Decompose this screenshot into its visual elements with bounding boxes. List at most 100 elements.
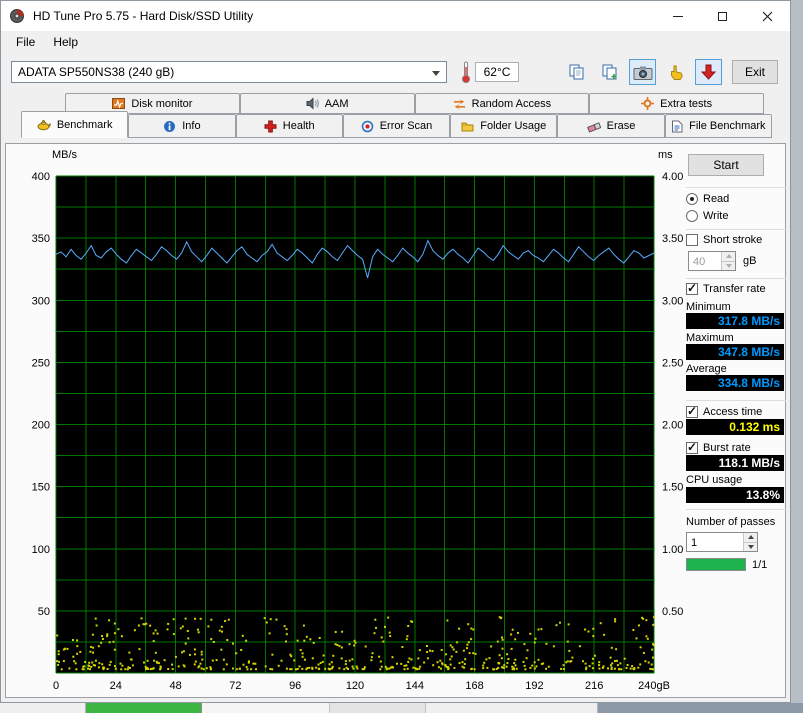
burst-rate-checkbox[interactable]: Burst rate	[686, 440, 751, 454]
toolbar: ADATA SP550NS38 (240 gB) 62°C Exit	[1, 53, 790, 91]
save-results-button[interactable]	[695, 59, 722, 85]
tab-label: Benchmark	[56, 118, 113, 131]
minimum-value: 317.8 MB/s	[686, 313, 784, 329]
svg-text:168: 168	[465, 680, 483, 692]
file-benchmark-icon	[672, 120, 683, 132]
chevron-down-icon	[432, 71, 440, 76]
transfer-rate-label: Transfer rate	[703, 283, 766, 295]
extra-tests-icon	[641, 97, 655, 110]
radio-circle-icon	[686, 193, 698, 205]
eraser-icon	[586, 121, 601, 133]
svg-text:150: 150	[32, 482, 50, 494]
copy-text-icon	[569, 64, 583, 80]
average-value: 334.8 MB/s	[686, 375, 784, 391]
svg-text:24: 24	[110, 680, 122, 692]
minimize-button[interactable]	[655, 1, 700, 31]
progress-label: 1/1	[752, 559, 768, 571]
maximum-value: 347.8 MB/s	[686, 344, 784, 360]
menu-file[interactable]: File	[7, 32, 44, 52]
average-label: Average	[686, 363, 727, 375]
svg-text:96: 96	[289, 680, 301, 692]
tab-aam[interactable]: AAM	[239, 93, 415, 114]
temperature-value: 62°C	[475, 62, 519, 82]
tab-file-benchmark[interactable]: File Benchmark	[664, 114, 772, 138]
drive-select-value: ADATA SP550NS38 (240 gB)	[18, 65, 175, 79]
separator	[686, 400, 786, 401]
transfer-rate-checkbox[interactable]: Transfer rate	[686, 281, 766, 295]
short-stroke-checkbox[interactable]: Short stroke	[686, 234, 762, 246]
arrow-up-icon	[725, 254, 732, 259]
tab-label: Error Scan	[379, 120, 433, 132]
checkbox-icon	[686, 234, 698, 246]
passes-label: Number of passes	[686, 516, 776, 528]
tab-health[interactable]: Health	[235, 114, 343, 138]
short-stroke-label: Short stroke	[703, 234, 763, 246]
svg-text:0.50: 0.50	[662, 606, 683, 618]
tab-error-scan[interactable]: Error Scan	[342, 114, 451, 138]
stepper-arrows[interactable]	[743, 533, 757, 551]
arrow-down-icon	[725, 263, 732, 268]
svg-text:1.00: 1.00	[662, 544, 683, 556]
access-time-label: Access time	[703, 406, 763, 418]
tab-extra-tests[interactable]: Extra tests	[589, 93, 764, 114]
thermometer-icon	[461, 61, 471, 84]
tab-strip: Disk monitor AAM Random Access Extra tes…	[1, 93, 790, 138]
speaker-icon	[306, 97, 319, 110]
tab-erase[interactable]: Erase	[557, 114, 665, 138]
passes-value: 1	[691, 537, 698, 549]
pass-progress-bar	[686, 558, 746, 571]
close-button[interactable]	[745, 1, 790, 31]
svg-text:48: 48	[169, 680, 181, 692]
title-bar: HD Tune Pro 5.75 - Hard Disk/SSD Utility	[1, 1, 790, 31]
minimum-label: Minimum	[686, 301, 731, 313]
copy-image-button[interactable]	[596, 59, 623, 85]
tab-folder-usage[interactable]: Folder Usage	[450, 114, 558, 138]
tab-random-access[interactable]: Random Access	[414, 93, 590, 114]
burst-rate-value: 118.1 MB/s	[686, 455, 784, 471]
error-scan-icon	[361, 120, 373, 132]
svg-text:144: 144	[406, 680, 424, 692]
menu-help[interactable]: Help	[44, 32, 87, 52]
svg-text:240gB: 240gB	[638, 680, 670, 692]
menu-bar: File Help	[1, 31, 790, 53]
svg-text:72: 72	[229, 680, 241, 692]
tab-benchmark[interactable]: Benchmark	[21, 111, 129, 138]
desktop: { "window": { "title": "HD Tune Pro 5.75…	[0, 0, 803, 713]
short-stroke-size-value: 40	[693, 256, 706, 268]
maximize-button[interactable]	[700, 1, 745, 31]
maximum-label: Maximum	[686, 332, 734, 344]
read-radio[interactable]: Read	[686, 193, 729, 205]
screenshot-button[interactable]	[629, 59, 656, 85]
short-stroke-size-stepper[interactable]: 40	[688, 251, 736, 271]
tab-label: AAM	[324, 97, 349, 110]
exit-button[interactable]: Exit	[732, 60, 778, 84]
app-icon	[10, 9, 24, 23]
close-icon	[762, 11, 773, 21]
separator	[686, 187, 786, 188]
camera-icon	[633, 66, 652, 80]
copy-text-button[interactable]	[563, 59, 590, 85]
disk-monitor-icon	[112, 98, 126, 109]
drive-select-dropdown[interactable]: ADATA SP550NS38 (240 gB)	[11, 61, 447, 83]
svg-text:120: 120	[346, 680, 364, 692]
svg-text:3.00: 3.00	[662, 295, 683, 307]
passes-stepper[interactable]: 1	[686, 532, 758, 552]
svg-text:200: 200	[32, 420, 50, 432]
start-button[interactable]: Start	[688, 154, 764, 176]
svg-text:4.00: 4.00	[662, 171, 683, 183]
stepper-arrows[interactable]	[721, 252, 735, 270]
cpu-usage-label: CPU usage	[686, 474, 743, 486]
svg-text:2.00: 2.00	[662, 420, 683, 432]
tab-label: Disk monitor	[131, 97, 193, 110]
svg-text:3.50: 3.50	[662, 233, 683, 245]
access-time-checkbox[interactable]: Access time	[686, 404, 763, 418]
separator	[686, 278, 786, 279]
background-windows-strip	[0, 703, 803, 713]
options-button[interactable]	[662, 59, 689, 85]
tab-info[interactable]: Info	[128, 114, 236, 138]
write-radio[interactable]: Write	[686, 210, 728, 222]
tab-label: File Benchmark	[689, 120, 766, 132]
svg-text:300: 300	[32, 295, 50, 307]
benchmark-lamp-icon	[37, 120, 51, 131]
benchmark-chart: 400 350 300 250 200 150 100 50 4.00 3.50 3.00 2.50 2…	[32, 171, 684, 692]
